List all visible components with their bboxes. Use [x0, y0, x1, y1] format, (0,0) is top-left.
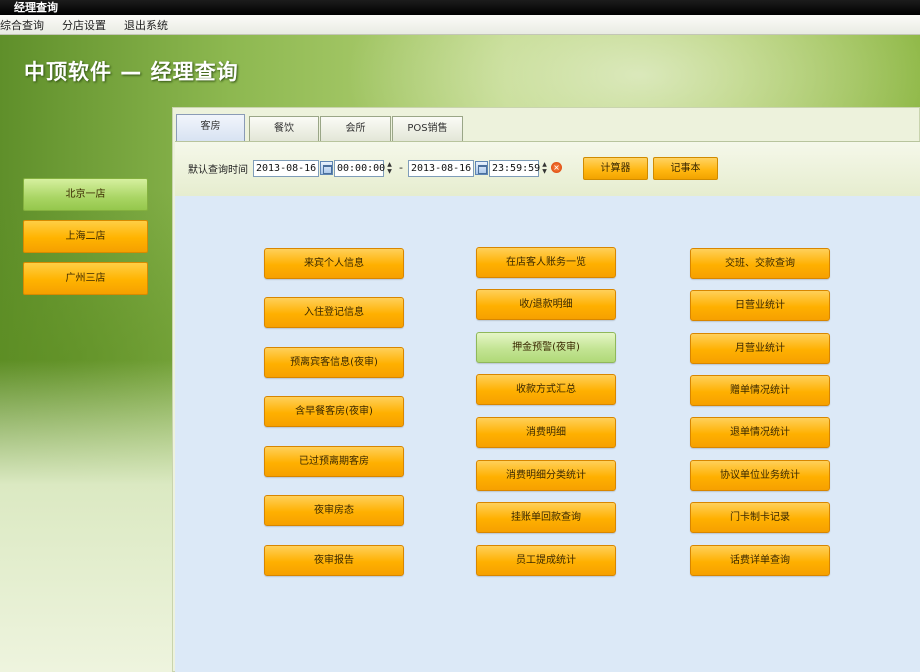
- daily-revenue-button[interactable]: 日营业统计: [690, 290, 830, 321]
- window-title: 经理查询: [0, 0, 920, 15]
- phone-bill-button[interactable]: 话费详单查询: [690, 545, 830, 576]
- end-calendar-icon[interactable]: [475, 161, 488, 175]
- menu-exit-system[interactable]: 退出系统: [115, 17, 177, 33]
- night-audit-room-status-button[interactable]: 夜审房态: [264, 495, 404, 526]
- credit-collection-button[interactable]: 挂账单回款查询: [476, 502, 616, 533]
- in-house-accounts-button[interactable]: 在店客人账务一览: [476, 247, 616, 278]
- breakfast-rooms-button[interactable]: 含早餐客房(夜审): [264, 396, 404, 427]
- shift-handover-button[interactable]: 交班、交款查询: [690, 248, 830, 279]
- night-audit-report-button[interactable]: 夜审报告: [264, 545, 404, 576]
- notepad-button[interactable]: 记事本: [653, 157, 718, 180]
- staff-commission-button[interactable]: 员工提成统计: [476, 545, 616, 576]
- expected-departure-button[interactable]: 预离宾客信息(夜审): [264, 347, 404, 378]
- start-date-input[interactable]: 2013-08-16: [253, 160, 319, 177]
- tab-club[interactable]: 会所: [320, 116, 391, 141]
- monthly-revenue-button[interactable]: 月营业统计: [690, 333, 830, 364]
- checkin-info-button[interactable]: 入住登记信息: [264, 297, 404, 328]
- store-button-shanghai[interactable]: 上海二店: [23, 220, 148, 253]
- payment-method-summary-button[interactable]: 收款方式汇总: [476, 374, 616, 405]
- start-time-spinner[interactable]: ▲ ▼: [385, 161, 394, 176]
- guest-info-button[interactable]: 来宾个人信息: [264, 248, 404, 279]
- tab-pos-sales[interactable]: POS销售: [392, 116, 463, 141]
- void-stats-button[interactable]: 退单情况统计: [690, 417, 830, 448]
- menu-branch-settings[interactable]: 分店设置: [53, 17, 115, 33]
- complimentary-stats-button[interactable]: 赠单情况统计: [690, 375, 830, 406]
- menu-integrated-query[interactable]: 综合查询: [0, 17, 53, 33]
- consumption-category-stats-button[interactable]: 消费明细分类统计: [476, 460, 616, 491]
- payment-refund-details-button[interactable]: 收/退款明细: [476, 289, 616, 320]
- end-time-spinner[interactable]: ▲ ▼: [540, 161, 549, 176]
- start-calendar-icon[interactable]: [320, 161, 333, 175]
- reset-icon[interactable]: ×: [551, 162, 562, 173]
- sidebar-background: [0, 360, 175, 672]
- date-range-separator: -: [399, 161, 403, 174]
- end-time-input[interactable]: 23:59:59: [489, 160, 540, 177]
- deposit-alert-button[interactable]: 押金预警(夜审): [476, 332, 616, 363]
- corporate-stats-button[interactable]: 协议单位业务统计: [690, 460, 830, 491]
- tab-rooms[interactable]: 客房: [176, 114, 245, 142]
- end-date-input[interactable]: 2013-08-16: [408, 160, 474, 177]
- keycard-log-button[interactable]: 门卡制卡记录: [690, 502, 830, 533]
- query-time-label: 默认查询时间: [188, 165, 248, 176]
- start-time-input[interactable]: 00:00:00: [334, 160, 385, 177]
- calculator-button[interactable]: 计算器: [583, 157, 648, 180]
- menu-bar: 综合查询 分店设置 退出系统: [0, 15, 920, 35]
- app-title: 中顶软件 — 经理查询: [24, 60, 239, 84]
- tab-dining[interactable]: 餐饮: [249, 116, 319, 141]
- store-button-beijing[interactable]: 北京一店: [23, 178, 148, 211]
- store-button-guangzhou[interactable]: 广州三店: [23, 262, 148, 295]
- consumption-details-button[interactable]: 消费明细: [476, 417, 616, 448]
- overdue-departure-button[interactable]: 已过预离期客房: [264, 446, 404, 477]
